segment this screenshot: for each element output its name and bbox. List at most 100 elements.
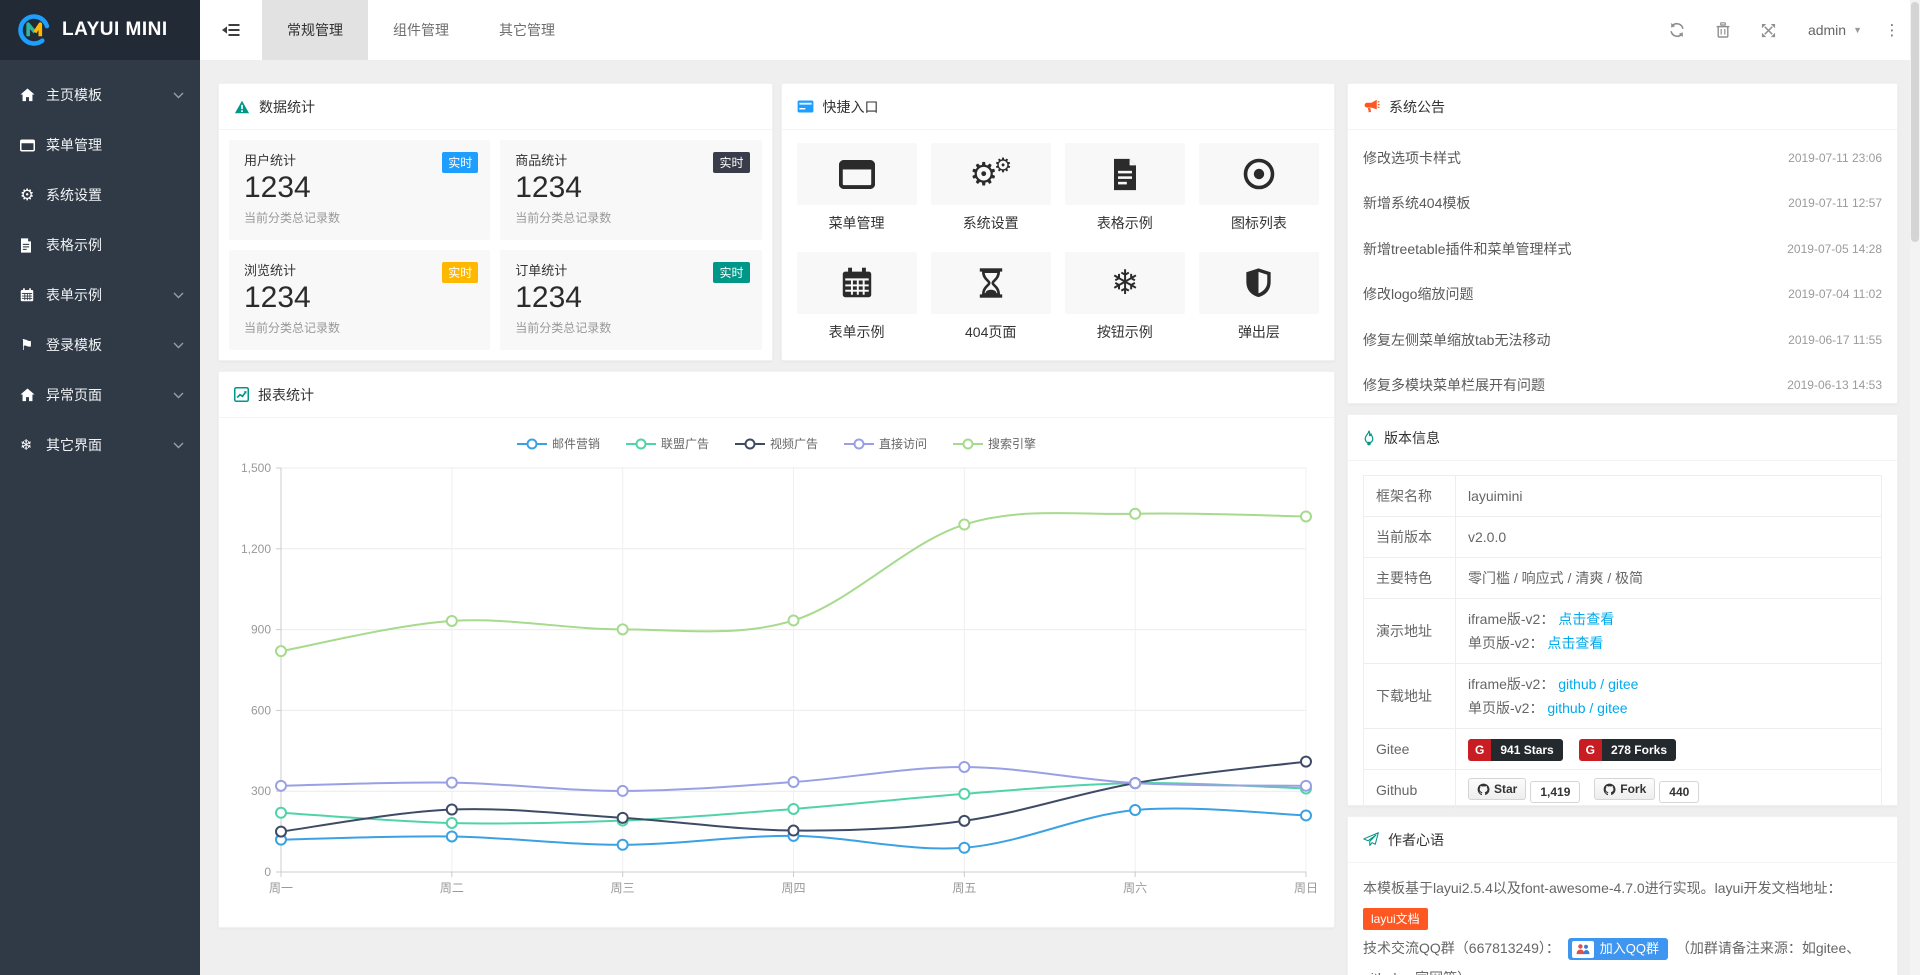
svg-text:900: 900 (251, 623, 271, 637)
github-badges: Star 1,419 Fork 440 (1456, 770, 1882, 812)
gitee-forks-badge[interactable]: G278 Forks (1579, 739, 1676, 761)
svg-text:1,500: 1,500 (241, 461, 271, 475)
panel-title: 作者心语 (1388, 830, 1444, 850)
chevron-down-icon (173, 342, 184, 349)
notice-item[interactable]: 修复多模块菜单栏展开有问题 2019-06-13 14:53 (1363, 363, 1882, 409)
quick-item-404-page[interactable]: 404页面 (931, 252, 1051, 348)
download-github-spa[interactable]: github (1547, 700, 1585, 716)
stat-title: 浏览统计 (244, 260, 475, 279)
legend-item[interactable]: 邮件营销 (517, 435, 600, 452)
home-icon (20, 88, 46, 102)
gears-icon: ⚙⚙ (931, 143, 1051, 205)
row-label: 下载地址 (1364, 664, 1456, 729)
quick-item-form-example[interactable]: 表单示例 (797, 252, 917, 348)
table-row: Gitee G941 Stars G278 Forks (1364, 729, 1882, 770)
legend-item[interactable]: 搜索引擎 (953, 435, 1036, 452)
stat-value: 1234 (515, 171, 746, 205)
sidebar-item-error-pages[interactable]: 异常页面 (0, 370, 200, 420)
quick-item-table-example[interactable]: 表格示例 (1065, 143, 1185, 239)
report-statistics-panel: 报表统计 邮件营销联盟广告视频广告直接访问搜索引擎 03006009001,20… (218, 371, 1335, 928)
snowflake-icon: ❄ (20, 436, 46, 454)
flame-icon (1363, 430, 1375, 446)
github-fork-button[interactable]: Fork (1594, 778, 1655, 800)
panel-title: 快捷入口 (823, 97, 879, 117)
quick-item-menu-management[interactable]: 菜单管理 (797, 143, 917, 239)
sidebar-item-system-settings[interactable]: ⚙ 系统设置 (0, 170, 200, 220)
notice-item[interactable]: 修改选项卡样式 2019-07-11 23:06 (1363, 135, 1882, 181)
chevron-down-icon (173, 292, 184, 299)
paper-plane-icon (1363, 832, 1379, 848)
refresh-icon (1669, 22, 1685, 38)
github-star-count[interactable]: 1,419 (1530, 781, 1580, 803)
stat-value: 1234 (244, 281, 475, 315)
github-fork-count[interactable]: 440 (1659, 781, 1699, 803)
current-version: v2.0.0 (1456, 517, 1882, 558)
gitee-stars-badge[interactable]: G941 Stars (1468, 739, 1563, 761)
github-star-button[interactable]: Star (1468, 778, 1526, 800)
sidebar-item-menu-management[interactable]: 菜单管理 (0, 120, 200, 170)
version-table: 框架名称 layuimini 当前版本 v2.0.0 主要特色 零门槛 / 响应… (1363, 475, 1882, 812)
file-text-icon (1065, 143, 1185, 205)
stat-card-orders: 订单统计 1234 当前分类总记录数 实时 (500, 250, 761, 350)
octocat-icon (1477, 783, 1490, 796)
row-label: 主要特色 (1364, 558, 1456, 599)
refresh-button[interactable] (1654, 0, 1700, 60)
chevron-down-icon (173, 392, 184, 399)
clear-cache-button[interactable] (1700, 0, 1746, 60)
sidebar-collapse-button[interactable] (200, 0, 262, 60)
quick-item-popup-layer[interactable]: 弹出层 (1199, 252, 1319, 348)
download-github-iframe[interactable]: github (1558, 676, 1596, 692)
tab-other-management[interactable]: 其它管理 (474, 0, 580, 60)
more-menu-button[interactable]: ⋮ (1878, 0, 1906, 60)
sidebar-item-label: 异常页面 (46, 385, 173, 405)
legend-item[interactable]: 联盟广告 (626, 435, 709, 452)
notice-item[interactable]: 新增系统404模板 2019-07-11 12:57 (1363, 181, 1882, 227)
gitee-badges: G941 Stars G278 Forks (1456, 729, 1882, 770)
join-qq-group-button[interactable]: 加入QQ群 (1568, 938, 1668, 960)
tab-general-management[interactable]: 常规管理 (262, 0, 368, 60)
quick-item-system-settings[interactable]: ⚙⚙ 系统设置 (931, 143, 1051, 239)
panel-title: 数据统计 (259, 97, 315, 117)
sidebar-item-table-example[interactable]: 表格示例 (0, 220, 200, 270)
download-gitee-iframe[interactable]: gitee (1608, 676, 1638, 692)
main-content: 数据统计 用户统计 1234 当前分类总记录数 实时 商品统计 1234 当前分… (200, 60, 1920, 975)
status-badge: 实时 (713, 262, 749, 283)
system-notice-panel: 系统公告 修改选项卡样式 2019-07-11 23:06 新增系统404模板 … (1347, 83, 1898, 404)
sidebar-item-form-example[interactable]: 表单示例 (0, 270, 200, 320)
scrollbar-thumb[interactable] (1911, 2, 1919, 242)
legend-marker-icon (735, 438, 765, 450)
tab-component-management[interactable]: 组件管理 (368, 0, 474, 60)
sidebar: LAYUI MINI 主页模板 菜单管理 ⚙ 系统设置 表格示例 (0, 0, 200, 975)
demo-link-spa[interactable]: 点击查看 (1547, 635, 1603, 651)
svg-text:周五: 周五 (952, 881, 976, 895)
sidebar-item-label: 表格示例 (46, 235, 184, 255)
notice-item[interactable]: 新增treetable插件和菜单管理样式 2019-07-05 14:28 (1363, 226, 1882, 272)
legend-label: 直接访问 (879, 435, 927, 452)
line-chart-icon (234, 387, 249, 402)
quick-item-icon-list[interactable]: 图标列表 (1199, 143, 1319, 239)
table-row: 主要特色 零门槛 / 响应式 / 清爽 / 极简 (1364, 558, 1882, 599)
notice-item[interactable]: 修复左侧菜单缩放tab无法移动 2019-06-17 11:55 (1363, 317, 1882, 363)
app-logo[interactable]: LAYUI MINI (0, 0, 200, 60)
sidebar-item-other-pages[interactable]: ❄ 其它界面 (0, 420, 200, 470)
row-label: Github (1364, 770, 1456, 812)
vertical-dots-icon: ⋮ (1885, 21, 1900, 39)
report-line-chart[interactable]: 03006009001,2001,500周一周二周三周四周五周六周日 (219, 454, 1332, 906)
sidebar-item-home-template[interactable]: 主页模板 (0, 70, 200, 120)
scrollbar[interactable] (1910, 0, 1920, 975)
legend-marker-icon (844, 438, 874, 450)
octocat-icon (1603, 783, 1616, 796)
sidebar-item-login-template[interactable]: ⚑ 登录模板 (0, 320, 200, 370)
layui-doc-badge[interactable]: layui文档 (1363, 908, 1428, 930)
sidebar-item-label: 主页模板 (46, 85, 173, 105)
demo-link-iframe[interactable]: 点击查看 (1558, 611, 1614, 627)
table-row: 框架名称 layuimini (1364, 476, 1882, 517)
notice-item[interactable]: 修改logo缩放问题 2019-07-04 11:02 (1363, 272, 1882, 318)
home-icon (20, 388, 46, 402)
legend-item[interactable]: 视频广告 (735, 435, 818, 452)
quick-item-button-example[interactable]: ❄ 按钮示例 (1065, 252, 1185, 348)
fullscreen-button[interactable] (1746, 0, 1792, 60)
download-gitee-spa[interactable]: gitee (1597, 700, 1627, 716)
user-dropdown[interactable]: admin ▼ (1792, 0, 1878, 60)
legend-item[interactable]: 直接访问 (844, 435, 927, 452)
